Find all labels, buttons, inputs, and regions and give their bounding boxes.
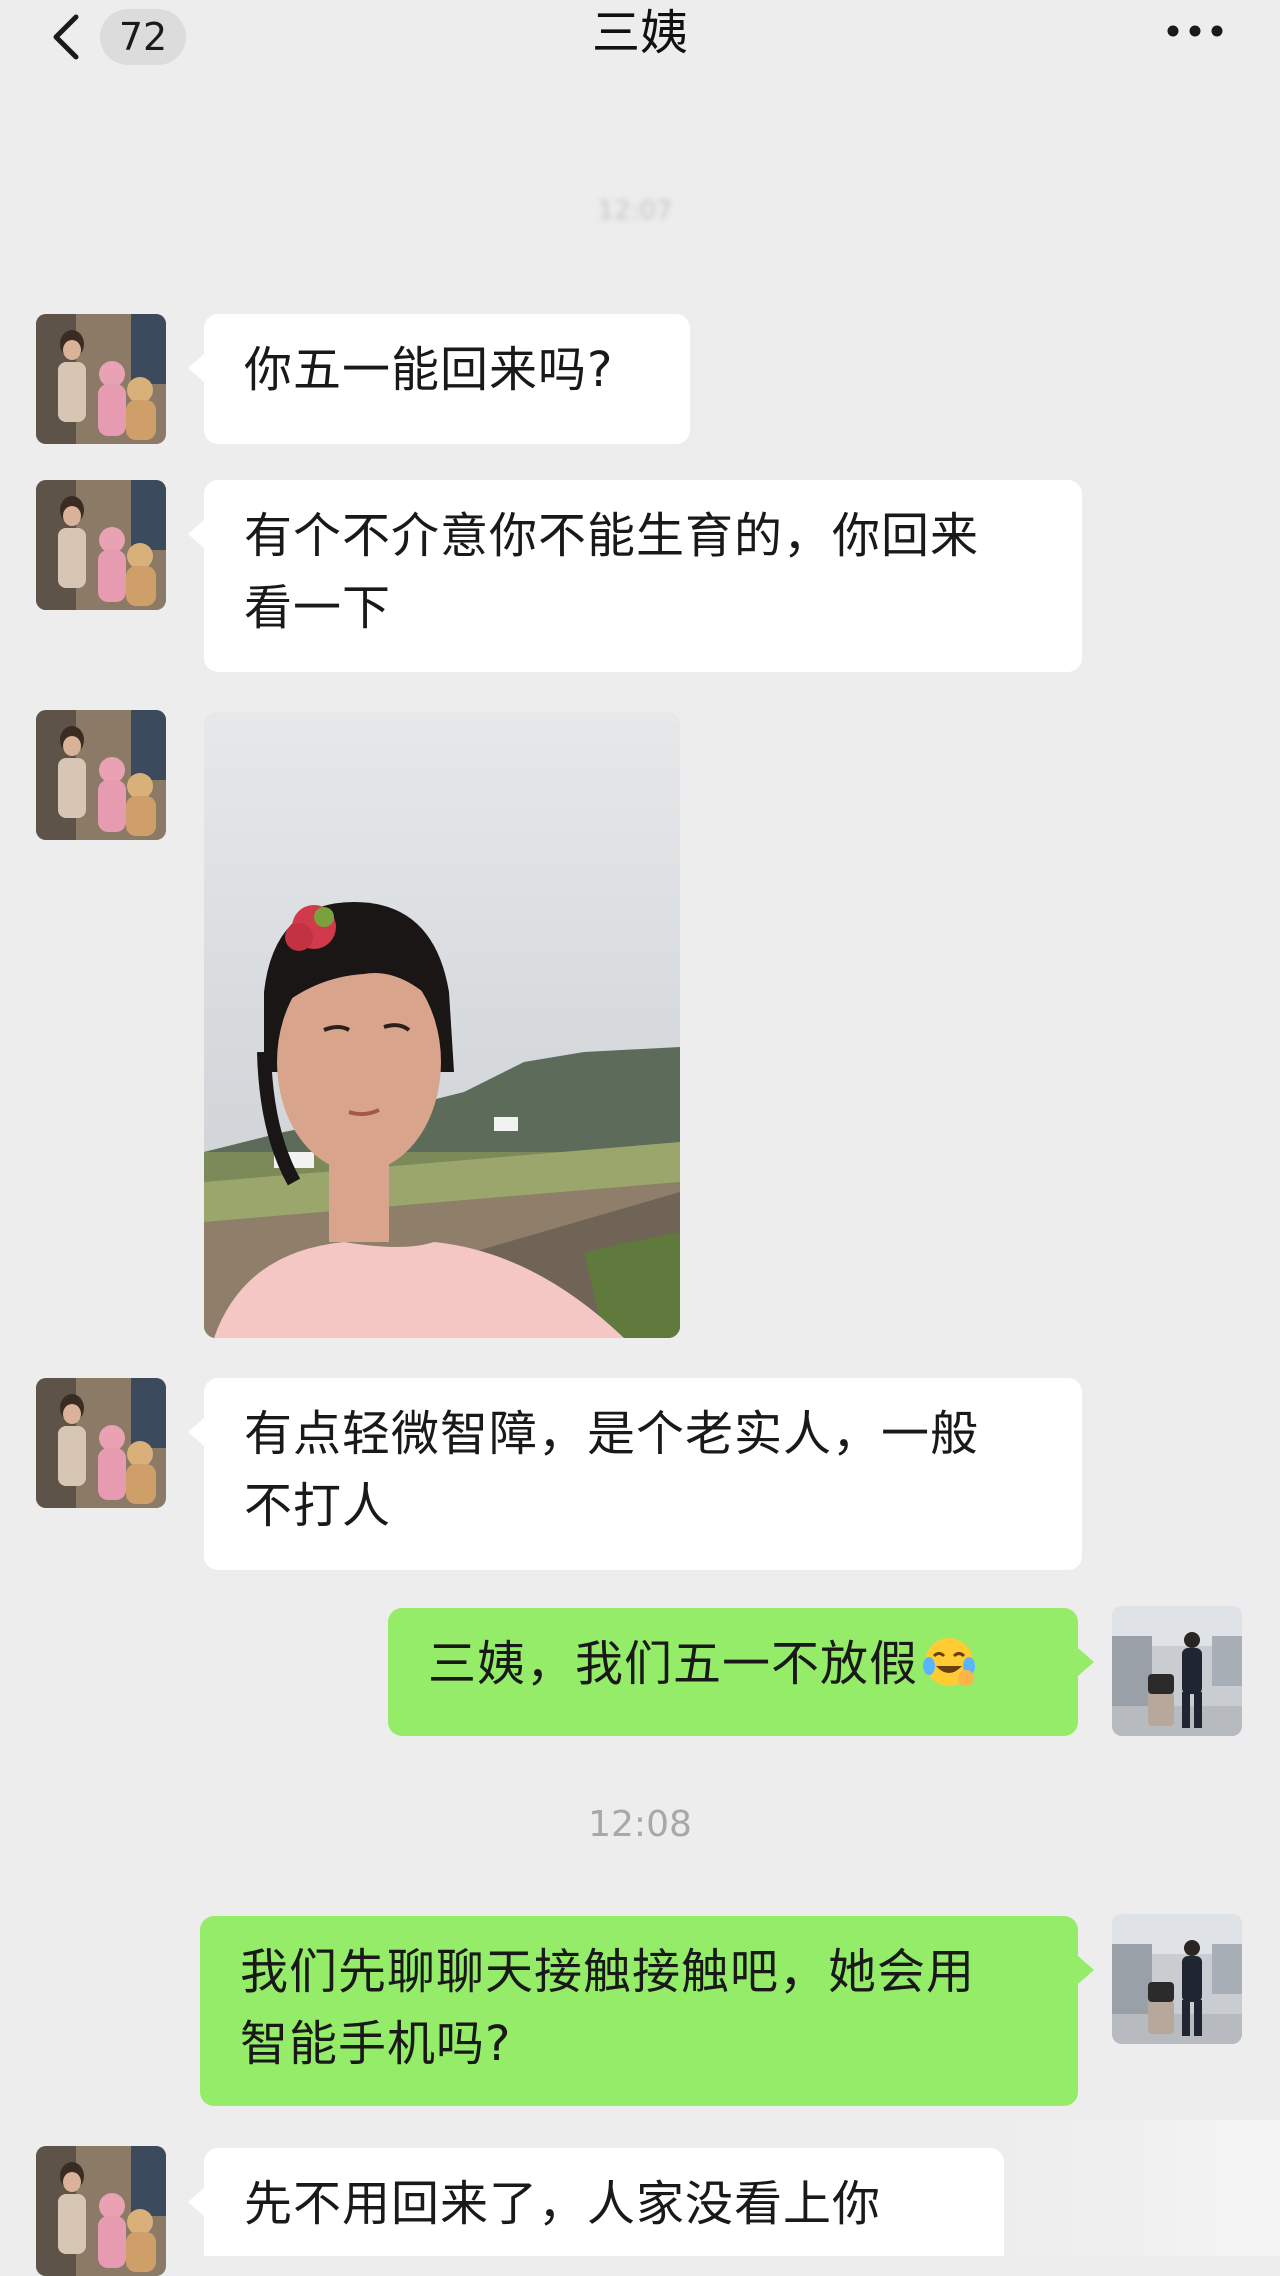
outgoing-message-bubble[interactable]: 三姨，我们五一不放假 [388,1608,1094,1736]
message-text-line: 不打人 [244,1478,392,1534]
aunt-avatar[interactable] [36,1378,166,1508]
blurred-timestamp: 12:07 [597,196,673,226]
unread-count-badge: 72 [100,9,186,65]
more-button[interactable] [1150,0,1240,66]
outgoing-message-bubble[interactable]: 我们先聊聊天接触接触吧，她会用 智能手机吗? [200,1916,1094,2106]
aunt-avatar[interactable] [36,480,166,610]
message-text: 先不用回来了，人家没看上你 [244,2176,882,2232]
incoming-message-bubble[interactable]: 有个不介意你不能生育的，你回来 看一下 [188,480,1082,672]
photo-message[interactable] [204,712,680,1338]
message-text-line: 我们先聊聊天接触接触吧，她会用 [240,1944,976,2000]
crying-laughing-emoji-icon [920,1632,978,1690]
chevron-left-icon [40,9,96,65]
incoming-message-bubble[interactable]: 有点轻微智障，是个老实人，一般 不打人 [188,1378,1082,1570]
message-text: 你五一能回来吗? [244,342,614,398]
message-text-line: 有个不介意你不能生育的，你回来 [244,508,980,564]
time-divider: 12:08 [588,1804,692,1845]
watermark-overlay [1000,2120,1280,2256]
incoming-message-bubble[interactable]: 先不用回来了，人家没看上你 [188,2148,1004,2256]
my-avatar[interactable] [1112,1914,1242,2044]
incoming-message-bubble[interactable]: 你五一能回来吗? [188,314,690,444]
my-avatar[interactable] [1112,1606,1242,1736]
photo-icon [204,712,680,1338]
more-dots-icon [1165,21,1225,45]
aunt-avatar[interactable] [36,710,166,840]
message-text-line: 看一下 [244,580,392,636]
chat-title: 三姨 [591,5,688,61]
message-text: 三姨，我们五一不放假 [428,1636,919,1692]
aunt-avatar[interactable] [36,314,166,444]
back-button[interactable]: 72 [40,4,200,70]
aunt-avatar[interactable] [36,2146,166,2276]
message-text-line: 智能手机吗? [240,2016,512,2072]
message-text-line: 有点轻微智障，是个老实人，一般 [244,1406,980,1462]
